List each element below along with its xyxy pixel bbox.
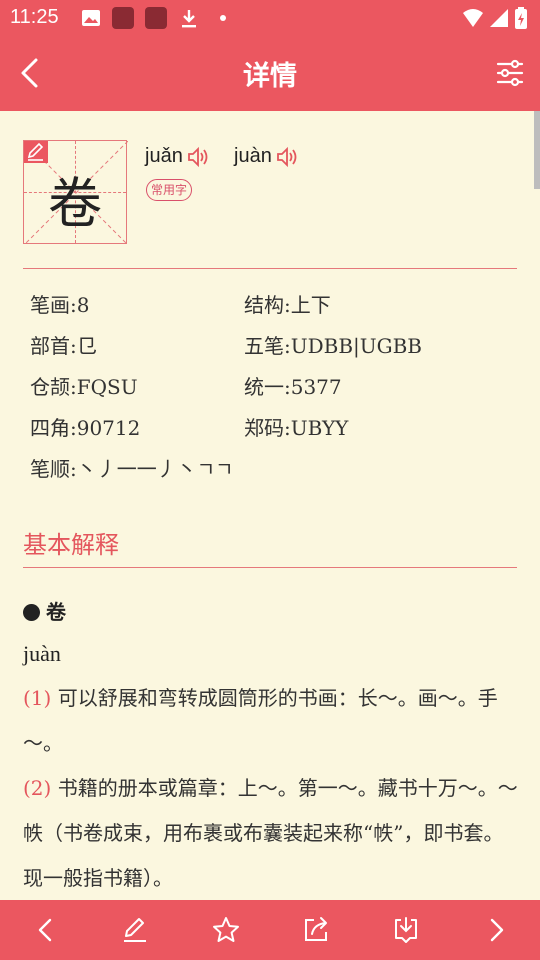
info-structure: 结构:上下 (244, 293, 331, 317)
entry-pinyin: juàn (23, 641, 61, 666)
stroke-animation-button[interactable] (24, 141, 48, 163)
next-icon[interactable] (480, 914, 512, 946)
battery-icon (515, 7, 527, 29)
definition-number: (1) (23, 686, 52, 710)
definition-number: (2) (23, 776, 52, 800)
image-icon (82, 10, 100, 26)
share-icon[interactable] (300, 914, 332, 946)
definition-text: 书籍的册本或篇章：上～。第一～。藏书十万～。～帙（书卷成束，用布裹或布囊装起来称… (23, 776, 518, 890)
info-wubi: 五笔:UDBB|UGBB (244, 334, 422, 358)
edit-icon (27, 142, 44, 161)
pinyin-reading: juǎn (145, 145, 183, 167)
common-char-badge: 常用字 (146, 179, 193, 201)
bottom-toolbar (0, 900, 540, 960)
signal-icon (490, 9, 508, 27)
pinyin-reading: juàn (234, 145, 272, 167)
section-title: 基本解释 (23, 531, 119, 559)
download-icon[interactable] (390, 914, 422, 946)
info-stroke-order: 笔顺:丶丿一一丿丶ㄱㄱ (30, 457, 234, 481)
app-bar: 详情 (0, 36, 540, 111)
info-unicode: 统一:5377 (244, 375, 342, 399)
divider (23, 268, 517, 269)
info-radical: 部首:㔾 (30, 334, 97, 358)
entry-heading: 卷 (23, 596, 66, 625)
download-status-icon (182, 10, 196, 28)
prev-icon[interactable] (30, 914, 62, 946)
info-cangjie: 仓颉:FQSU (30, 375, 138, 399)
character-box: 卷 (23, 140, 128, 245)
more-notifications-icon (220, 15, 226, 21)
speaker-icon[interactable] (187, 146, 209, 168)
info-strokes: 笔画:8 (30, 293, 90, 317)
entry-char: 卷 (46, 600, 66, 624)
bullet-icon (23, 604, 40, 621)
definition: (1) 可以舒展和弯转成圆筒形的书画：长～。画～。手～。 (23, 676, 520, 766)
detail-content[interactable]: 卷 juǎn juàn 常用字 笔画:8 结构:上下 部首:㔾 五笔:UDBB|… (0, 111, 540, 900)
speaker-icon[interactable] (276, 146, 298, 168)
scrollbar[interactable] (534, 111, 540, 189)
page-title: 详情 (243, 61, 297, 92)
filter-icon[interactable] (493, 56, 527, 90)
app-notification-icon (145, 7, 167, 29)
wifi-icon (463, 9, 483, 27)
divider (23, 567, 517, 568)
star-icon[interactable] (210, 914, 242, 946)
status-bar: 11:25 (0, 0, 540, 36)
info-zhengma: 郑码:UBYY (244, 416, 349, 440)
definition: (2) 书籍的册本或篇章：上～。第一～。藏书十万～。～帙（书卷成束，用布裹或布囊… (23, 766, 520, 900)
app-notification-icon (112, 7, 134, 29)
definition-text: 可以舒展和弯转成圆筒形的书画：长～。画～。手～。 (23, 686, 498, 755)
info-four-corner: 四角:90712 (30, 416, 141, 440)
status-time: 11:25 (10, 6, 59, 28)
character-glyph: 卷 (48, 172, 102, 235)
edit-icon[interactable] (119, 914, 151, 946)
